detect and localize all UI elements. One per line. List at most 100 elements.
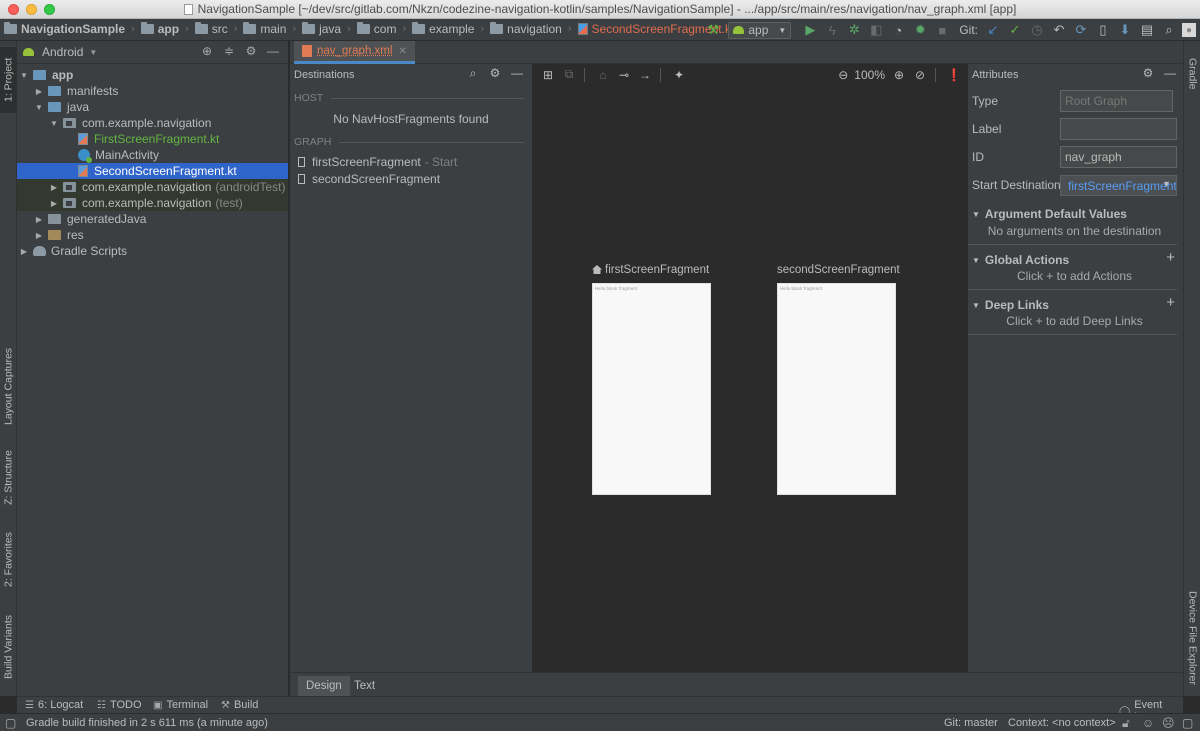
git-commit-icon[interactable]: ✓: [1006, 21, 1024, 39]
chevron-right-icon[interactable]: ▶: [34, 87, 44, 96]
toggle-tool-windows-icon[interactable]: ▢: [5, 716, 16, 730]
chevron-right-icon[interactable]: ▶: [49, 183, 59, 192]
tree-item-java[interactable]: ▼ java: [17, 99, 288, 115]
auto-arrange-icon[interactable]: ✦: [670, 66, 688, 84]
chevron-down-icon[interactable]: ▼: [972, 301, 980, 310]
id-field[interactable]: nav_graph: [1060, 146, 1177, 168]
arrow-right-icon[interactable]: →: [636, 66, 654, 84]
tree-item-package[interactable]: ▼ com.example.navigation: [17, 115, 288, 131]
todo-button[interactable]: ☷ TODO: [97, 699, 142, 711]
tree-item-first-screen-fragment[interactable]: FirstScreenFragment.kt: [17, 131, 288, 147]
chevron-down-icon[interactable]: ▼: [19, 71, 29, 80]
git-update-icon[interactable]: ↙: [984, 21, 1002, 39]
hide-icon[interactable]: —: [508, 66, 526, 82]
chevron-down-icon[interactable]: ▼: [34, 103, 44, 112]
zoom-to-fit-icon[interactable]: ⊘: [911, 66, 929, 84]
coverage-icon[interactable]: ✹: [911, 21, 929, 39]
breadcrumb-item-java[interactable]: java: [302, 22, 341, 36]
destination-item[interactable]: firstScreenFragment - Start: [290, 153, 532, 170]
tree-item-main-activity[interactable]: MainActivity: [17, 147, 288, 163]
sdk-manager-icon[interactable]: ⬇: [1116, 21, 1134, 39]
tab-design[interactable]: Design: [298, 676, 350, 696]
project-view-mode[interactable]: Android: [42, 45, 83, 59]
breadcrumb-item-src[interactable]: src: [194, 22, 228, 36]
hide-icon[interactable]: —: [1161, 66, 1179, 82]
fragment-preview[interactable]: Hello blank fragment: [777, 283, 896, 495]
profile-icon[interactable]: ◔: [889, 21, 907, 39]
locate-icon[interactable]: ⊕: [198, 44, 216, 60]
run-configuration-select[interactable]: app ▼: [728, 21, 792, 39]
tree-item-app[interactable]: ▼ app: [17, 67, 288, 83]
sync-gradle-icon[interactable]: ⟳: [1072, 21, 1090, 39]
new-destination-icon[interactable]: ⊞: [539, 66, 557, 84]
build-button[interactable]: ⚒ Build: [221, 699, 258, 711]
zoom-out-icon[interactable]: ⊖: [834, 66, 852, 84]
git-branch[interactable]: Git: master: [944, 717, 998, 729]
chevron-right-icon[interactable]: ▶: [34, 231, 44, 240]
warning-icon[interactable]: ❗: [945, 66, 963, 84]
project-structure-icon[interactable]: ▤: [1138, 21, 1156, 39]
gear-icon[interactable]: ⚙: [242, 44, 260, 60]
hide-icon[interactable]: —: [264, 44, 282, 60]
tree-item-package-android-test[interactable]: ▶ com.example.navigation (androidTest): [17, 179, 288, 195]
tree-item-gradle-scripts[interactable]: ▶ Gradle Scripts: [17, 243, 288, 259]
tab-nav-graph[interactable]: nav_graph.xml ✕: [294, 41, 415, 64]
add-deep-link-button[interactable]: +: [1166, 294, 1175, 311]
add-action-button[interactable]: +: [1166, 249, 1175, 266]
avd-manager-icon[interactable]: ▯: [1094, 21, 1112, 39]
chevron-right-icon[interactable]: ▶: [49, 199, 59, 208]
chevron-down-icon[interactable]: ▼: [972, 210, 980, 219]
tool-tab-structure[interactable]: Z: Structure: [0, 443, 17, 513]
git-revert-icon[interactable]: ↶: [1050, 21, 1068, 39]
zoom-in-icon[interactable]: ⊕: [890, 66, 908, 84]
breadcrumb-item-project[interactable]: NavigationSample: [4, 22, 125, 36]
search-icon[interactable]: ⌕: [464, 66, 482, 82]
attach-debugger-icon[interactable]: ◧: [867, 21, 885, 39]
build-hammer-icon[interactable]: ⚒: [704, 21, 722, 39]
stop-icon[interactable]: ■: [933, 21, 951, 39]
chevron-down-icon[interactable]: ▼: [49, 119, 59, 128]
tree-item-manifests[interactable]: ▶ manifests: [17, 83, 288, 99]
status-message[interactable]: Gradle build finished in 2 s 611 ms (a m…: [26, 717, 268, 729]
terminal-button[interactable]: ▣ Terminal: [153, 699, 208, 711]
gear-icon[interactable]: ⚙: [486, 66, 504, 82]
deep-link-icon[interactable]: ⊸: [615, 66, 633, 84]
tab-text[interactable]: Text: [346, 676, 383, 696]
run-icon[interactable]: ▶: [801, 21, 819, 39]
chevron-down-icon[interactable]: ▼: [89, 48, 97, 57]
context-indicator[interactable]: Context: <no context>: [1008, 717, 1116, 729]
breadcrumb-item-example[interactable]: example: [412, 22, 474, 36]
tool-tab-gradle[interactable]: Gradle: [1184, 49, 1200, 99]
tool-tab-favorites[interactable]: 2: Favorites: [0, 525, 17, 595]
tree-item-package-test[interactable]: ▶ com.example.navigation (test): [17, 195, 288, 211]
chevron-right-icon[interactable]: ▶: [34, 215, 44, 224]
git-history-icon[interactable]: ◷: [1028, 21, 1046, 39]
inspection-icon[interactable]: ☺: [1142, 716, 1154, 730]
nested-graph-icon[interactable]: ⧉: [560, 66, 578, 84]
collapse-all-icon[interactable]: ≑: [220, 44, 238, 60]
lock-icon[interactable]: 🔓︎: [1122, 716, 1130, 731]
debug-icon[interactable]: ✲: [845, 21, 863, 39]
breadcrumb-item-com[interactable]: com: [356, 22, 396, 36]
chevron-down-icon[interactable]: ▼: [972, 256, 980, 265]
tool-tab-device-file-explorer[interactable]: Device File Explorer: [1184, 583, 1200, 693]
gear-icon[interactable]: ⚙: [1139, 66, 1157, 82]
tree-item-generated-java[interactable]: ▶ generatedJava: [17, 211, 288, 227]
fragment-preview[interactable]: Hello blank fragment: [592, 283, 711, 495]
start-destination-select[interactable]: firstScreenFragment ▼: [1060, 174, 1177, 196]
tool-tab-build-variants[interactable]: Build Variants: [0, 607, 17, 687]
home-icon[interactable]: ⌂: [594, 66, 612, 84]
tool-tab-layout-captures[interactable]: Layout Captures: [0, 341, 17, 431]
notifications-icon[interactable]: ▢: [1182, 716, 1193, 730]
label-field[interactable]: [1060, 118, 1177, 140]
close-icon[interactable]: ✕: [398, 46, 406, 57]
breadcrumb-item-navigation[interactable]: navigation: [490, 22, 562, 36]
logcat-button[interactable]: ☰ 6: Logcat: [25, 699, 83, 711]
apply-changes-icon[interactable]: ϟ: [823, 21, 841, 39]
breadcrumb-item-app[interactable]: app: [140, 22, 179, 36]
tool-tab-project[interactable]: 1: Project: [0, 47, 17, 113]
breadcrumb-item-main[interactable]: main: [243, 22, 286, 36]
search-everywhere-icon[interactable]: ⌕: [1160, 21, 1178, 39]
tree-item-second-screen-fragment[interactable]: SecondScreenFragment.kt: [17, 163, 288, 179]
chevron-right-icon[interactable]: ▶: [19, 247, 29, 256]
